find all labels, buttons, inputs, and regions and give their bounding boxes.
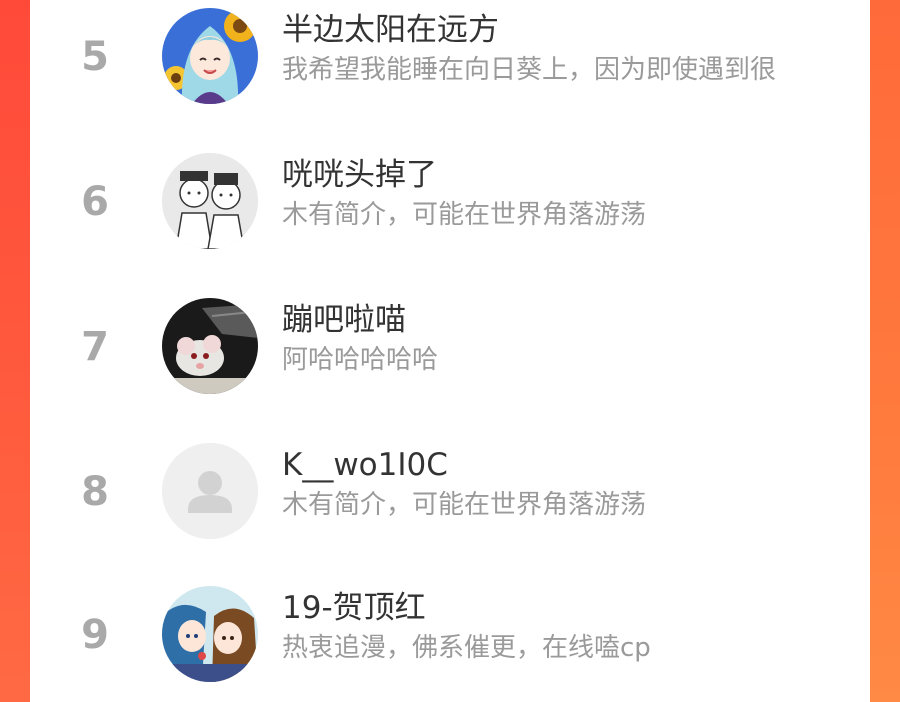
user-bio: 我希望我能睡在向日葵上，因为即使遇到很: [282, 55, 777, 85]
default-user-icon[interactable]: [162, 443, 258, 539]
ranking-row[interactable]: 5 半边太阳在远方 我希望我能睡在向日葵上，因为即使遇到很: [30, 0, 870, 120]
user-name[interactable]: 19-贺顶红: [282, 588, 426, 628]
user-bio: 木有简介，可能在世界角落游荡: [282, 200, 647, 230]
user-name[interactable]: 咣咣头掉了: [282, 155, 437, 195]
rank-number: 8: [81, 469, 109, 515]
ranking-row[interactable]: 9 19-贺顶红 热衷追漫，佛系催更，在线嗑cp: [30, 578, 870, 698]
anime-couple-avatar[interactable]: [162, 586, 258, 682]
left-background-edge: [0, 0, 30, 702]
ranking-row[interactable]: 8 K__wo1I0C 木有简介，可能在世界角落游荡: [30, 435, 870, 555]
rank-number: 9: [81, 612, 109, 658]
ranking-row[interactable]: 7 蹦吧啦喵 阿哈哈哈哈哈: [30, 290, 870, 410]
user-name[interactable]: K__wo1I0C: [282, 445, 448, 485]
ranking-list-card: 5 半边太阳在远方 我希望我能睡在向日葵上，因为即使遇到很 6 咣咣头掉了 木有…: [30, 0, 870, 702]
ranking-row[interactable]: 6 咣咣头掉了 木有简介，可能在世界角落游荡: [30, 145, 870, 265]
sketch-couple-avatar[interactable]: [162, 153, 258, 249]
rat-photo-avatar[interactable]: [162, 298, 258, 394]
rank-number: 5: [81, 34, 109, 80]
rank-number: 7: [81, 324, 109, 370]
user-bio: 木有简介，可能在世界角落游荡: [282, 490, 647, 520]
right-background-edge: [870, 0, 900, 702]
rank-number: 6: [81, 179, 109, 225]
user-name[interactable]: 蹦吧啦喵: [282, 300, 406, 340]
user-name[interactable]: 半边太阳在远方: [282, 10, 499, 50]
user-bio: 热衷追漫，佛系催更，在线嗑cp: [282, 633, 651, 663]
user-bio: 阿哈哈哈哈哈: [282, 345, 439, 375]
anime-girl-sunflower-avatar[interactable]: [162, 8, 258, 104]
